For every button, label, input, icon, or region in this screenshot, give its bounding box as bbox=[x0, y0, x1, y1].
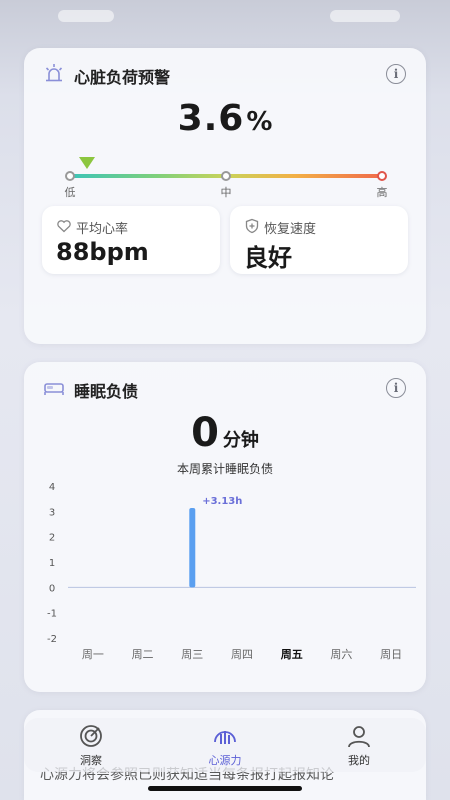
y-tick-label: 3 bbox=[49, 507, 55, 518]
y-tick-label: 2 bbox=[49, 533, 55, 544]
tab-label: 我的 bbox=[348, 754, 370, 767]
gauge-marker-icon bbox=[79, 157, 96, 169]
percent-unit: % bbox=[246, 107, 273, 137]
bar-周三 bbox=[189, 508, 196, 588]
tab-label: 洞察 bbox=[80, 754, 102, 767]
bar-data-label: +3.13h bbox=[202, 496, 242, 507]
x-tick-label: 周三 bbox=[181, 648, 203, 661]
y-tick-label: -1 bbox=[47, 609, 57, 620]
y-tick-label: 4 bbox=[49, 482, 55, 493]
recovery-speed-label: 恢复速度 bbox=[264, 222, 317, 237]
status-icons-area bbox=[330, 10, 400, 22]
gauge-dot-high bbox=[377, 171, 387, 181]
load-gauge: 低 中 高 bbox=[65, 154, 388, 202]
x-tick-label: 周日 bbox=[380, 648, 402, 661]
user-icon bbox=[348, 726, 370, 748]
status-bar bbox=[0, 0, 450, 34]
avg-heart-rate-label: 平均心率 bbox=[76, 222, 129, 237]
x-tick-label: 周六 bbox=[330, 648, 352, 661]
info-icon[interactable]: i bbox=[386, 378, 406, 398]
sleep-debt-number: 0 bbox=[191, 410, 219, 456]
status-time-area bbox=[58, 10, 114, 22]
insight-icon bbox=[80, 725, 102, 747]
sleep-debt-unit: 分钟 bbox=[222, 430, 259, 451]
heart-load-value: 3.6% bbox=[24, 98, 426, 139]
y-tick-label: 1 bbox=[49, 558, 55, 569]
bottom-tab-bar: 洞察 心源力 我的 bbox=[24, 718, 426, 772]
bed-icon bbox=[44, 383, 64, 395]
y-tick-label: 0 bbox=[49, 583, 55, 594]
gauge-dot-mid bbox=[221, 171, 231, 181]
y-tick-label: -2 bbox=[47, 634, 57, 645]
x-tick-label: 周二 bbox=[132, 648, 154, 661]
tab-insight[interactable]: 洞察 bbox=[46, 722, 136, 768]
x-tick-label: 周一 bbox=[82, 648, 104, 661]
avg-heart-rate-value: 88bpm bbox=[56, 238, 149, 266]
gauge-label-high: 高 bbox=[376, 186, 388, 199]
info-icon[interactable]: i bbox=[386, 64, 406, 84]
gauge-label-mid: 中 bbox=[220, 186, 232, 199]
tab-label: 心源力 bbox=[208, 754, 242, 767]
gauge-dot-low bbox=[65, 171, 75, 181]
gauge-label-low: 低 bbox=[64, 186, 76, 199]
avg-heart-rate-box[interactable]: 平均心率 88bpm bbox=[42, 206, 220, 274]
card-title: 心脏负荷预警 bbox=[74, 68, 171, 87]
shield-plus-icon bbox=[245, 218, 259, 234]
home-indicator bbox=[148, 786, 302, 791]
alarm-light-icon bbox=[45, 64, 63, 82]
sleep-debt-value: 0 分钟 bbox=[24, 410, 426, 456]
recovery-speed-box[interactable]: 恢复速度 良好 bbox=[230, 206, 408, 274]
tab-mine[interactable]: 我的 bbox=[314, 722, 404, 768]
percent-number: 3.6 bbox=[177, 98, 245, 139]
sleep-debt-card: 睡眠负债 i 0 分钟 本周累计睡眠负债 4 3 2 1 0 -1 -2 周一 周二 +3.13h 周… bbox=[24, 362, 426, 692]
recovery-speed-value: 良好 bbox=[244, 244, 292, 272]
heart-power-icon bbox=[214, 731, 236, 744]
heart-load-card: 心脏负荷预警 i 3.6% 低 中 高 平均心率 88bpm 恢复速度 良好 bbox=[24, 48, 426, 344]
card-title: 睡眠负债 bbox=[74, 382, 139, 401]
sleep-debt-chart: 4 3 2 1 0 -1 -2 周一 周二 +3.13h 周三 周四 周五 周六 周日 bbox=[47, 482, 416, 661]
tab-heart-power[interactable]: 心源力 bbox=[180, 722, 270, 768]
heart-outline-icon bbox=[57, 220, 71, 233]
x-tick-label: 周五 bbox=[281, 648, 303, 661]
x-tick-label: 周四 bbox=[231, 648, 253, 661]
